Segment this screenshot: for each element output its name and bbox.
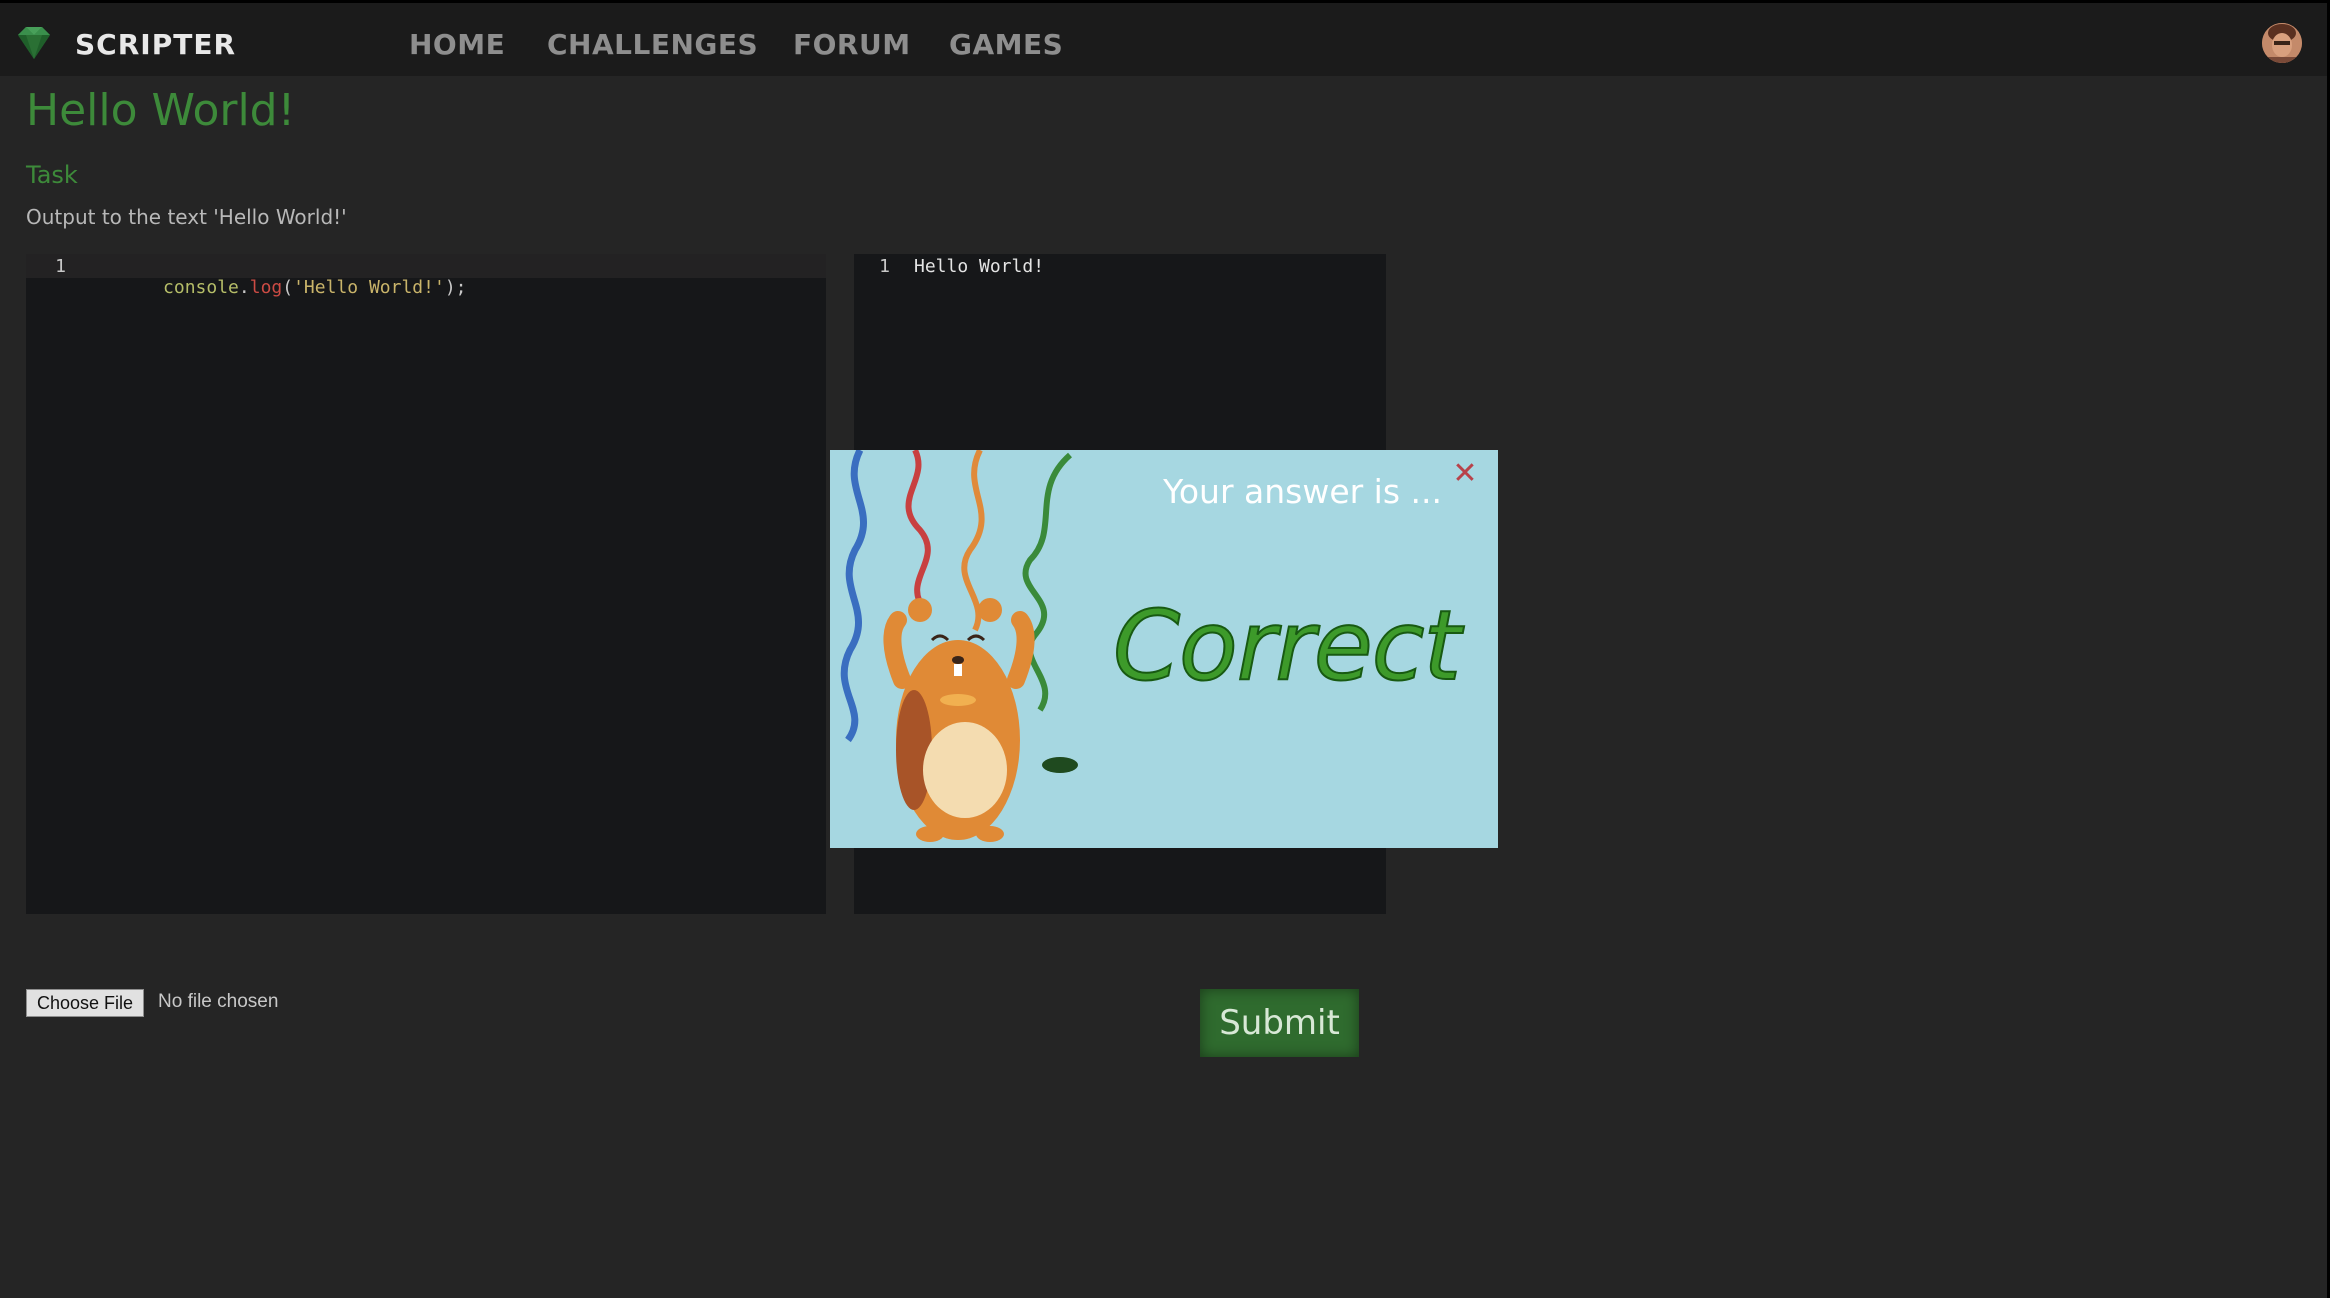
code-token: ( bbox=[282, 277, 294, 298]
output-text: Hello World! bbox=[914, 256, 1045, 277]
code-token: ); bbox=[444, 277, 467, 298]
top-navigation-bar: SCRIPTER HOME CHALLENGES FORUM GAMES bbox=[0, 3, 2327, 76]
editor-line-number: 1 bbox=[55, 256, 66, 277]
task-heading: Task bbox=[26, 161, 78, 189]
code-editor[interactable]: 1 console.log('Hello World!'); bbox=[26, 254, 826, 914]
result-modal: Your answer is ... ✕ Correct bbox=[830, 450, 1498, 848]
code-line[interactable]: console.log('Hello World!'); bbox=[98, 256, 467, 319]
code-token: log bbox=[249, 277, 283, 298]
modal-title: Your answer is ... bbox=[1163, 472, 1442, 511]
choose-file-button[interactable]: Choose File bbox=[26, 989, 145, 1017]
nav-challenges[interactable]: CHALLENGES bbox=[547, 28, 758, 61]
code-token: . bbox=[238, 277, 250, 298]
submit-button[interactable]: Submit bbox=[1200, 989, 1359, 1057]
nav-home[interactable]: HOME bbox=[409, 28, 505, 61]
code-token: 'Hello World!' bbox=[293, 277, 445, 298]
file-status-text: No file chosen bbox=[158, 991, 279, 1012]
nav-forum[interactable]: FORUM bbox=[793, 28, 911, 61]
celebrating-hamster-illustration bbox=[840, 450, 1078, 842]
user-avatar[interactable] bbox=[2262, 23, 2302, 63]
close-icon[interactable]: ✕ bbox=[1450, 456, 1480, 491]
app-window: SCRIPTER HOME CHALLENGES FORUM GAMES Hel… bbox=[0, 3, 2327, 1298]
task-description: Output to the text 'Hello World!' bbox=[26, 205, 347, 229]
output-line-number: 1 bbox=[879, 256, 890, 277]
gem-logo-icon[interactable] bbox=[12, 21, 56, 65]
code-token: console bbox=[163, 277, 239, 298]
result-correct-text: Correct bbox=[1112, 589, 1462, 703]
brand-name[interactable]: SCRIPTER bbox=[75, 28, 236, 61]
challenge-title: Hello World! bbox=[26, 85, 296, 136]
nav-games[interactable]: GAMES bbox=[949, 28, 1063, 61]
avatar-face-icon bbox=[2262, 23, 2302, 63]
